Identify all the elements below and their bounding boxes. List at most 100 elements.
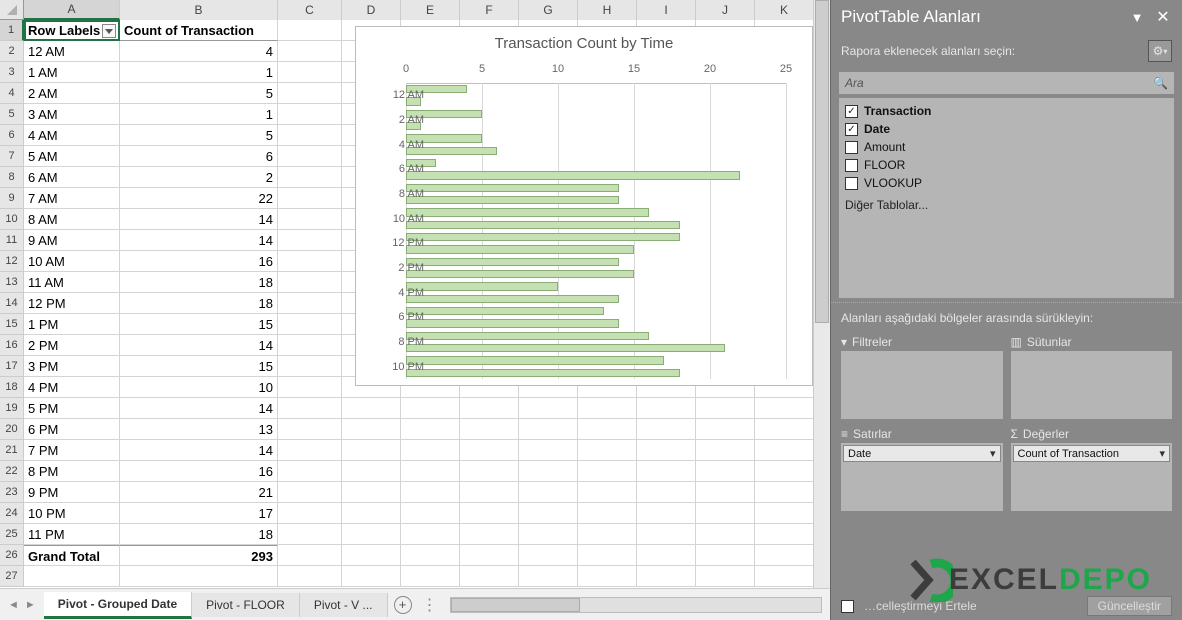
cell[interactable] [460, 461, 519, 482]
close-icon[interactable]: ✕ [1154, 7, 1172, 27]
cell[interactable] [24, 566, 120, 587]
cell[interactable] [120, 566, 278, 587]
cell[interactable]: 1 PM [24, 314, 120, 335]
cell[interactable] [578, 503, 637, 524]
cell[interactable] [342, 545, 401, 566]
cell[interactable] [278, 398, 342, 419]
cell[interactable] [696, 524, 755, 545]
cell[interactable] [755, 461, 814, 482]
cell[interactable] [342, 419, 401, 440]
cell[interactable] [637, 419, 696, 440]
cell[interactable] [637, 503, 696, 524]
col-header-H[interactable]: H [578, 0, 637, 20]
row-header[interactable]: 16 [0, 335, 24, 356]
col-header-D[interactable]: D [342, 0, 401, 20]
cell[interactable] [342, 566, 401, 587]
cell[interactable]: 15 [120, 356, 278, 377]
sheet-tab[interactable]: Pivot - V ... [300, 593, 388, 617]
cell[interactable] [519, 566, 578, 587]
row-header[interactable]: 19 [0, 398, 24, 419]
row-header[interactable]: 6 [0, 125, 24, 146]
row-header[interactable]: 10 [0, 209, 24, 230]
col-header-E[interactable]: E [401, 0, 460, 20]
cell[interactable] [401, 545, 460, 566]
chevron-down-icon[interactable]: ▾ [1159, 447, 1165, 460]
cell[interactable] [278, 104, 342, 125]
cell[interactable]: 16 [120, 461, 278, 482]
cell[interactable] [342, 461, 401, 482]
other-tables-link[interactable]: Diğer Tablolar... [841, 192, 1172, 218]
cell[interactable]: 2 [120, 167, 278, 188]
cell[interactable] [460, 440, 519, 461]
row-header[interactable]: 1 [0, 20, 24, 41]
cell[interactable]: 18 [120, 293, 278, 314]
cell[interactable]: 14 [120, 209, 278, 230]
cell[interactable] [460, 566, 519, 587]
cell[interactable]: 7 AM [24, 188, 120, 209]
cell[interactable] [755, 524, 814, 545]
cell[interactable] [696, 482, 755, 503]
cell[interactable] [578, 482, 637, 503]
cell[interactable] [755, 503, 814, 524]
horizontal-scrollbar[interactable] [450, 597, 823, 613]
cell[interactable] [278, 419, 342, 440]
vertical-scrollbar[interactable] [813, 0, 830, 588]
cell[interactable]: 6 [120, 146, 278, 167]
field-item[interactable]: ✓Date [841, 120, 1172, 138]
col-header-B[interactable]: B [120, 0, 278, 20]
cell[interactable]: 11 PM [24, 524, 120, 545]
cell[interactable] [278, 41, 342, 62]
row-header[interactable]: 23 [0, 482, 24, 503]
cell[interactable]: 293 [120, 545, 278, 566]
col-header-G[interactable]: G [519, 0, 578, 20]
row-header[interactable]: 5 [0, 104, 24, 125]
cell[interactable]: 9 AM [24, 230, 120, 251]
select-all-corner[interactable] [0, 0, 24, 20]
cell[interactable]: 2 AM [24, 83, 120, 104]
field-checkbox[interactable]: ✓ [845, 123, 858, 136]
row-header[interactable]: 27 [0, 566, 24, 587]
filter-dropdown-icon[interactable] [102, 24, 116, 38]
cell[interactable]: 14 [120, 398, 278, 419]
cell[interactable] [278, 251, 342, 272]
cell[interactable] [342, 398, 401, 419]
cell[interactable]: 10 PM [24, 503, 120, 524]
field-item[interactable]: Amount [841, 138, 1172, 156]
field-checkbox[interactable] [845, 177, 858, 190]
cell[interactable]: 10 AM [24, 251, 120, 272]
cell[interactable]: 14 [120, 230, 278, 251]
cell[interactable] [519, 398, 578, 419]
cell[interactable] [637, 482, 696, 503]
row-header[interactable]: 26 [0, 545, 24, 566]
cell[interactable] [278, 125, 342, 146]
cell[interactable] [342, 482, 401, 503]
cell[interactable] [578, 545, 637, 566]
row-header[interactable]: 11 [0, 230, 24, 251]
cell[interactable] [696, 440, 755, 461]
field-checkbox[interactable] [845, 159, 858, 172]
cell[interactable] [578, 461, 637, 482]
row-header[interactable]: 4 [0, 83, 24, 104]
cell[interactable] [278, 188, 342, 209]
cell[interactable] [755, 419, 814, 440]
vertical-scroll-thumb[interactable] [815, 0, 829, 323]
col-header-J[interactable]: J [696, 0, 755, 20]
cell[interactable]: 4 AM [24, 125, 120, 146]
pane-dropdown-icon[interactable]: ▼ [1128, 10, 1146, 25]
cell[interactable]: 3 PM [24, 356, 120, 377]
cell[interactable] [278, 377, 342, 398]
cell[interactable] [637, 398, 696, 419]
cell[interactable]: 6 PM [24, 419, 120, 440]
cell[interactable] [460, 545, 519, 566]
cell[interactable] [278, 335, 342, 356]
cell[interactable] [755, 482, 814, 503]
field-checkbox[interactable] [845, 141, 858, 154]
cell[interactable] [460, 524, 519, 545]
cell[interactable]: Grand Total [24, 545, 120, 566]
cell[interactable]: 8 AM [24, 209, 120, 230]
cell[interactable]: 8 PM [24, 461, 120, 482]
row-header[interactable]: 3 [0, 62, 24, 83]
cell[interactable] [401, 461, 460, 482]
zone-values-item[interactable]: Count of Transaction▾ [1013, 445, 1171, 462]
cell[interactable]: 14 [120, 335, 278, 356]
